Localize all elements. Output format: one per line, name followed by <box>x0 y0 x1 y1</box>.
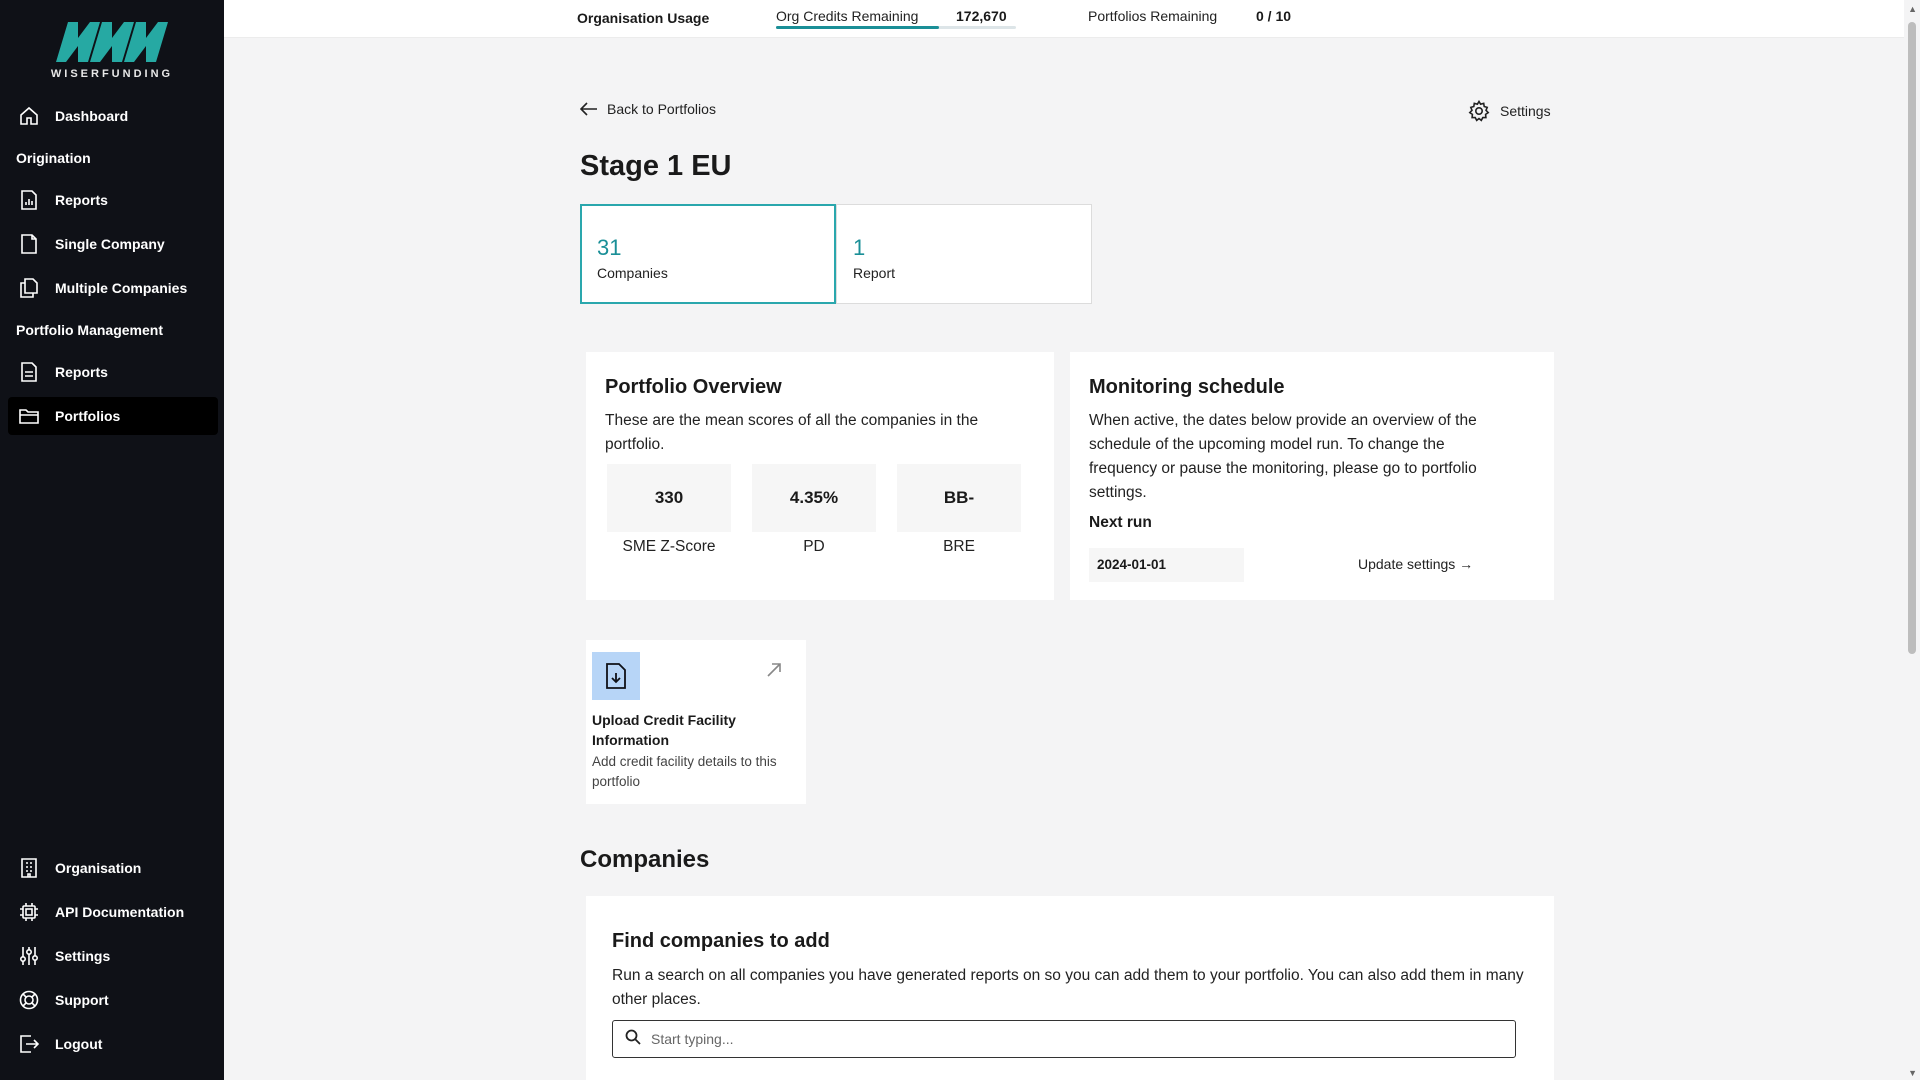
document-icon <box>18 233 40 255</box>
metric-sme-zscore: 330 SME Z-Score <box>607 464 731 556</box>
sidebar-item-label: Support <box>55 992 109 1008</box>
settings-label: Settings <box>1500 103 1551 119</box>
metric-pd: 4.35% PD <box>752 464 876 556</box>
sidebar-item-label: Single Company <box>55 236 165 252</box>
sidebar-item-label: Settings <box>55 948 111 964</box>
metric-value: 330 <box>607 464 731 532</box>
logo-mark-icon <box>56 22 168 62</box>
metric-label: PD <box>803 538 825 555</box>
sidebar-item-label: Reports <box>55 192 108 208</box>
sidebar-item-logout[interactable]: Logout <box>8 1025 218 1063</box>
sidebar-item-label: Organisation <box>55 860 142 876</box>
org-credits-value: 172,670 <box>956 8 1007 24</box>
sliders-icon <box>18 945 40 967</box>
next-run-date: 2024-01-01 <box>1089 548 1244 582</box>
sidebar-item-multiple-companies[interactable]: Multiple Companies <box>8 269 218 307</box>
companies-section-title: Companies <box>580 846 710 873</box>
upload-credit-facility-description: Add credit facility details to this port… <box>592 754 777 789</box>
portfolio-overview-title: Portfolio Overview <box>605 376 782 398</box>
reports-stat-card[interactable]: 1 Report <box>836 204 1092 304</box>
sidebar-item-support[interactable]: Support <box>8 981 218 1019</box>
org-credits-label: Org Credits Remaining <box>776 8 919 24</box>
lifebuoy-icon <box>18 989 40 1011</box>
sidebar-item-settings[interactable]: Settings <box>8 937 218 975</box>
monitoring-schedule-description: When active, the dates below provide an … <box>1089 412 1477 501</box>
documents-icon <box>18 277 40 299</box>
wiserfunding-logo[interactable]: WISERFUNDING <box>0 18 224 80</box>
sidebar-item-label: Dashboard <box>55 108 129 124</box>
sidebar-item-organisation[interactable]: Organisation <box>8 849 218 887</box>
report-chart-icon <box>18 189 40 211</box>
reports-count-label: Report <box>853 265 896 281</box>
next-run-label: Next run <box>1089 514 1152 531</box>
update-settings-link[interactable]: Update settings → <box>1358 556 1473 572</box>
sidebar-item-origination-reports[interactable]: Reports <box>8 181 218 219</box>
page-scrollbar[interactable]: ▲ ▼ <box>1904 0 1920 1080</box>
metric-bre: BB- BRE <box>897 464 1021 556</box>
report-lines-icon <box>18 361 40 383</box>
home-icon <box>18 105 40 127</box>
logo-text: WISERFUNDING <box>50 68 174 80</box>
back-to-portfolios-link[interactable]: Back to Portfolios <box>580 101 716 117</box>
portfolio-overview-description: These are the mean scores of all the com… <box>605 412 979 453</box>
scrollbar-thumb[interactable] <box>1908 22 1916 654</box>
external-arrow-icon <box>766 662 782 678</box>
upload-credit-facility-title: Upload Credit Facility Information <box>592 712 736 748</box>
portfolios-remaining-value: 0 / 10 <box>1256 8 1292 24</box>
companies-count-label: Companies <box>597 265 668 281</box>
sidebar-item-label: Portfolios <box>55 408 121 424</box>
sidebar-item-label: Reports <box>55 364 108 380</box>
monitoring-schedule-title: Monitoring schedule <box>1089 376 1285 398</box>
building-icon <box>18 857 40 879</box>
reports-count: 1 <box>853 235 866 260</box>
org-usage-bar: Organisation Usage Org Credits Remaining… <box>224 0 1920 38</box>
folder-icon <box>18 405 40 427</box>
org-credits-progress-fill <box>776 26 940 29</box>
find-companies-title: Find companies to add <box>612 930 830 952</box>
upload-credit-facility-card[interactable]: Upload Credit Facility Information Add c… <box>586 640 806 804</box>
metric-label: SME Z-Score <box>622 538 716 555</box>
scroll-down-arrow-icon[interactable]: ▼ <box>1908 1068 1917 1078</box>
file-download-icon <box>592 652 640 700</box>
gear-icon <box>1468 100 1490 122</box>
sidebar-item-dashboard[interactable]: Dashboard <box>8 97 218 135</box>
sidebar-item-single-company[interactable]: Single Company <box>8 225 218 263</box>
org-credits-progress <box>776 26 1016 29</box>
sidebar-item-portfolios[interactable]: Portfolios <box>8 397 218 435</box>
arrow-left-icon <box>580 102 598 116</box>
company-search-box[interactable] <box>612 1020 1516 1058</box>
companies-stat-card[interactable]: 31 Companies <box>580 204 836 304</box>
page-title: Stage 1 EU <box>580 150 732 182</box>
search-icon <box>625 1029 641 1050</box>
sidebar-item-label: API Documentation <box>55 904 185 920</box>
companies-count: 31 <box>597 235 622 260</box>
logout-icon <box>18 1033 40 1055</box>
sidebar: WISERFUNDING Dashboard Origination Repor… <box>0 0 224 1080</box>
portfolio-overview-panel: Portfolio Overview These are the mean sc… <box>586 352 1054 600</box>
sidebar-heading-portfolio-management: Portfolio Management <box>16 322 164 338</box>
sidebar-item-api-documentation[interactable]: API Documentation <box>8 893 218 931</box>
sidebar-item-pm-reports[interactable]: Reports <box>8 353 218 391</box>
org-usage-title: Organisation Usage <box>577 10 710 26</box>
metric-value: BB- <box>897 464 1021 532</box>
chip-icon <box>18 901 40 923</box>
company-search-input[interactable] <box>651 1031 1471 1047</box>
find-companies-description: Run a search on all companies you have g… <box>612 967 1524 1008</box>
scroll-up-arrow-icon[interactable]: ▲ <box>1908 4 1917 14</box>
sidebar-item-label: Multiple Companies <box>55 280 188 296</box>
metric-value: 4.35% <box>752 464 876 532</box>
back-to-portfolios-label: Back to Portfolios <box>607 101 716 117</box>
portfolio-settings-link[interactable]: Settings <box>1468 100 1551 122</box>
sidebar-heading-origination: Origination <box>16 150 91 166</box>
metric-label: BRE <box>943 538 975 555</box>
monitoring-schedule-panel: Monitoring schedule When active, the dat… <box>1070 352 1554 600</box>
sidebar-item-label: Logout <box>55 1036 103 1052</box>
find-companies-panel: Find companies to add Run a search on al… <box>586 896 1554 1080</box>
portfolios-remaining-label: Portfolios Remaining <box>1088 8 1218 24</box>
